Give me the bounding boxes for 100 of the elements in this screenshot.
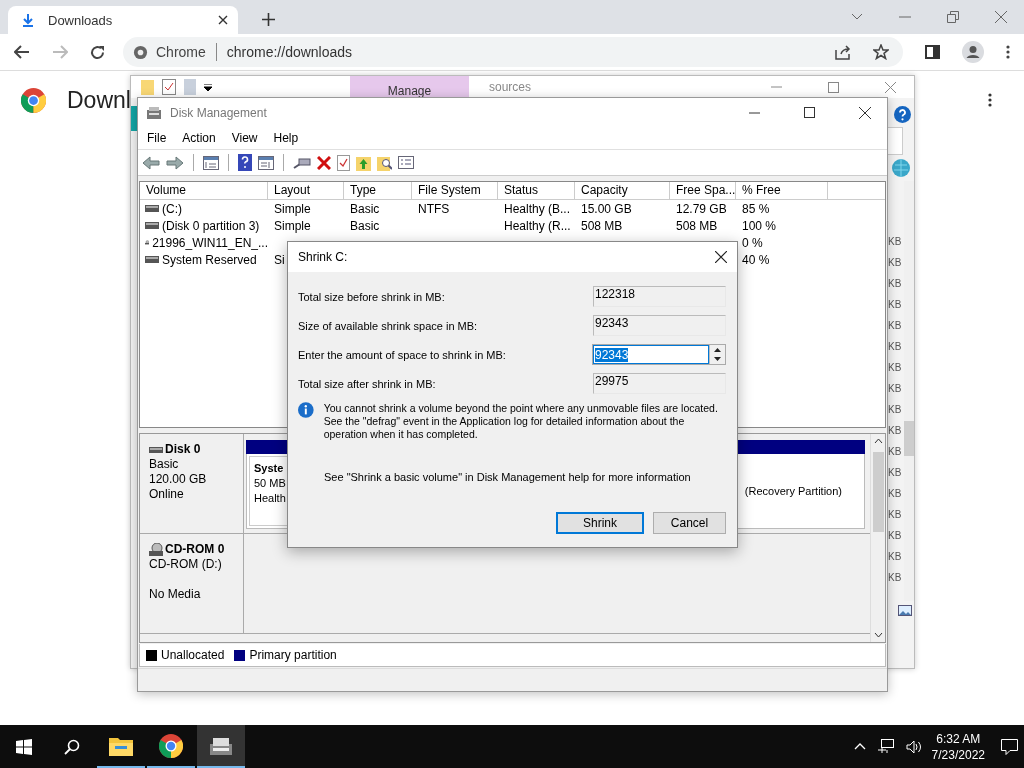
column-header[interactable]: Layout: [268, 182, 344, 199]
drive-icon: [145, 256, 159, 263]
size-unit: KB: [888, 550, 902, 564]
field-label: Total size before shrink in MB:: [298, 290, 445, 303]
column-header[interactable]: Volume: [140, 182, 268, 199]
chevron-up-icon[interactable]: [853, 743, 866, 750]
input-field[interactable]: 92343: [593, 345, 709, 364]
column-header[interactable]: Capacity: [575, 182, 670, 199]
clock-date[interactable]: 7/23/2022: [931, 746, 985, 763]
disk-name: CD-ROM 0: [165, 542, 225, 557]
size-unit: KB: [888, 319, 902, 333]
forward-icon[interactable]: [166, 155, 184, 170]
folder-icon: [109, 735, 133, 756]
folder-search-icon[interactable]: [377, 154, 392, 171]
size-unit: KB: [888, 298, 902, 312]
properties-icon[interactable]: [162, 79, 176, 95]
taskbar-app[interactable]: [197, 725, 245, 768]
table-cell: Healthy (B...: [504, 201, 571, 216]
drive-icon: [145, 205, 159, 212]
search-icon[interactable]: [64, 738, 80, 755]
legend-label: Unallocated: [161, 648, 225, 662]
partition-block[interactable]: (Recovery Partition): [740, 456, 862, 526]
maximize-icon[interactable]: [804, 107, 815, 118]
disk-info-panel[interactable]: Disk 0 Basic 120.00 GB Online: [140, 434, 244, 533]
dialog-button[interactable]: Shrink: [556, 512, 644, 534]
profile-avatar-icon[interactable]: [962, 41, 984, 63]
size-unit: KB: [888, 487, 902, 501]
download-icon: [22, 13, 34, 27]
table-cell: 508 MB: [581, 218, 623, 233]
column-header[interactable]: Type: [344, 182, 412, 199]
side-panel-icon[interactable]: [925, 45, 940, 59]
volume-icon[interactable]: [905, 739, 922, 754]
scroll-up-icon[interactable]: [873, 438, 883, 444]
column-header[interactable]: Free Spa...: [670, 182, 736, 199]
address-bar[interactable]: Chrome chrome://downloads: [123, 37, 903, 67]
dropdown-arrow-icon[interactable]: [204, 83, 212, 91]
browser-tab[interactable]: Downloads: [8, 6, 238, 34]
info-icon: [298, 402, 314, 418]
notifications-icon[interactable]: [1001, 738, 1018, 755]
partition-label: Syste: [254, 461, 285, 476]
minimize-icon[interactable]: [749, 111, 760, 114]
column-header[interactable]: Status: [498, 182, 575, 199]
table-cell: 508 MB: [676, 218, 718, 233]
restore-icon[interactable]: [947, 11, 959, 23]
table-cell: 0 %: [742, 235, 763, 250]
table-cell: 15.00 GB: [581, 201, 632, 216]
column-header[interactable]: File System: [412, 182, 498, 199]
table-cell: Si: [274, 252, 285, 267]
more-options-icon[interactable]: [988, 93, 992, 107]
help-icon[interactable]: [894, 106, 911, 123]
size-unit: KB: [888, 508, 902, 522]
size-unit: KB: [888, 340, 902, 354]
page-title: Downl: [67, 87, 131, 114]
menu-item[interactable]: Help: [273, 131, 299, 145]
window-title: Disk Management: [170, 105, 267, 120]
legend-label: Primary partition: [249, 648, 337, 662]
checklist-icon[interactable]: [337, 154, 350, 171]
disk-status: Online: [149, 487, 185, 502]
star-icon[interactable]: [873, 44, 889, 60]
disk-type: CD-ROM (D:): [149, 557, 223, 572]
field-label: Size of available shrink space in MB:: [298, 319, 478, 332]
disk-status: No Media: [149, 587, 202, 602]
dialog-button[interactable]: Cancel: [653, 512, 726, 534]
network-icon[interactable]: [877, 739, 894, 754]
share-icon[interactable]: [835, 44, 851, 60]
disk-info-panel[interactable]: CD-ROM 0 CD-ROM (D:) No Media: [140, 534, 244, 633]
reload-icon[interactable]: [90, 44, 105, 60]
folder-up-icon[interactable]: [356, 154, 371, 171]
dialog-title: Shrink C:: [298, 250, 348, 264]
connect-icon[interactable]: [293, 155, 311, 170]
table-cell: 85 %: [742, 201, 770, 216]
console-tree-icon[interactable]: [203, 155, 219, 170]
table-cell: System Reserved: [162, 252, 257, 267]
close-icon[interactable]: [218, 15, 228, 25]
image-icon[interactable]: [897, 605, 912, 616]
disk-management-icon: [209, 735, 233, 756]
ribbon-tab[interactable]: Manage: [350, 76, 469, 98]
size-unit: KB: [888, 466, 902, 480]
clock-time[interactable]: 6:32 AM: [936, 730, 981, 747]
size-unit: KB: [888, 424, 902, 438]
scroll-down-icon[interactable]: [873, 632, 883, 638]
help-icon[interactable]: [238, 154, 252, 171]
menu-item[interactable]: File: [147, 131, 167, 145]
back-icon[interactable]: [14, 45, 30, 59]
start-icon[interactable]: [16, 738, 32, 755]
round-logo-icon: [159, 733, 183, 758]
close-icon[interactable]: [715, 251, 727, 263]
menu-item[interactable]: View: [231, 131, 258, 145]
new-tab-icon[interactable]: [262, 13, 275, 26]
properties-icon[interactable]: [398, 156, 414, 169]
chevron-down-icon[interactable]: [851, 13, 863, 21]
close-icon[interactable]: [859, 106, 871, 119]
globe-icon: [891, 159, 910, 177]
table-cell: Simple: [274, 218, 311, 233]
size-unit: KB: [888, 445, 902, 459]
column-header[interactable]: % Free: [736, 182, 828, 199]
delete-icon[interactable]: [317, 155, 331, 170]
menu-item[interactable]: Action: [182, 131, 216, 145]
menu-icon[interactable]: [1006, 45, 1010, 59]
action-pane-icon[interactable]: [258, 155, 274, 170]
